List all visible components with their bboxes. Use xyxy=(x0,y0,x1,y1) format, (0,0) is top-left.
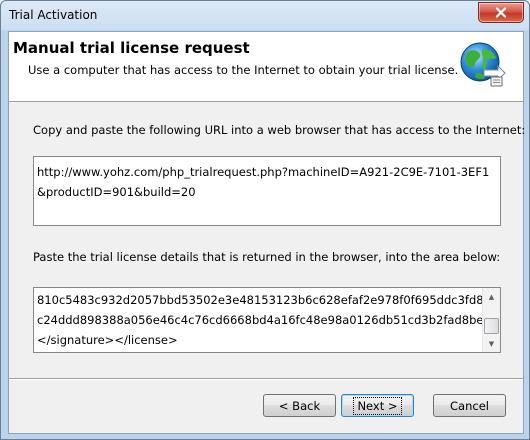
page-subtitle: Use a computer that has access to the In… xyxy=(28,63,459,77)
cancel-button[interactable]: Cancel xyxy=(433,394,506,417)
url-instruction: Copy and paste the following URL into a … xyxy=(33,123,526,137)
next-button-label: Next > xyxy=(353,396,402,415)
back-button[interactable]: < Back xyxy=(263,394,336,417)
close-button[interactable] xyxy=(478,2,524,23)
window-title: Trial Activation xyxy=(9,8,98,22)
close-icon xyxy=(495,7,507,18)
title-bar[interactable]: Trial Activation xyxy=(1,1,529,31)
scroll-thumb[interactable] xyxy=(484,318,499,334)
license-line-1: 810c5483c932d2057bbd53502e3e48153123b6c6… xyxy=(37,293,491,307)
url-textbox[interactable]: http://www.yohz.com/php_trialrequest.php… xyxy=(33,156,501,226)
cancel-button-label: Cancel xyxy=(450,398,489,413)
license-textbox[interactable]: 810c5483c932d2057bbd53502e3e48153123b6c6… xyxy=(33,287,501,353)
url-line-2: &productID=901&build=20 xyxy=(37,185,196,199)
page-title: Manual trial license request xyxy=(13,39,250,57)
back-button-label: < Back xyxy=(278,398,321,413)
dialog-window: Trial Activation Manual trial license re… xyxy=(0,0,530,440)
url-line-1: http://www.yohz.com/php_trialrequest.php… xyxy=(37,165,490,179)
scroll-down-arrow-icon[interactable]: ▼ xyxy=(483,335,500,352)
license-line-3: </signature></license> xyxy=(37,333,178,347)
license-instruction: Paste the trial license details that is … xyxy=(33,250,501,264)
dialog-client-area: Manual trial license request Use a compu… xyxy=(8,31,526,434)
wizard-header: Manual trial license request Use a compu… xyxy=(9,32,523,102)
next-button[interactable]: Next > xyxy=(341,394,414,417)
globe-arrow-icon xyxy=(460,42,506,87)
button-separator xyxy=(9,378,523,380)
license-scrollbar[interactable]: ▲ ▼ xyxy=(482,288,500,352)
license-line-2: c24ddd898388a056e46c4c76cd6668bd4a16fc48… xyxy=(37,313,484,327)
scroll-up-arrow-icon[interactable]: ▲ xyxy=(483,288,500,305)
